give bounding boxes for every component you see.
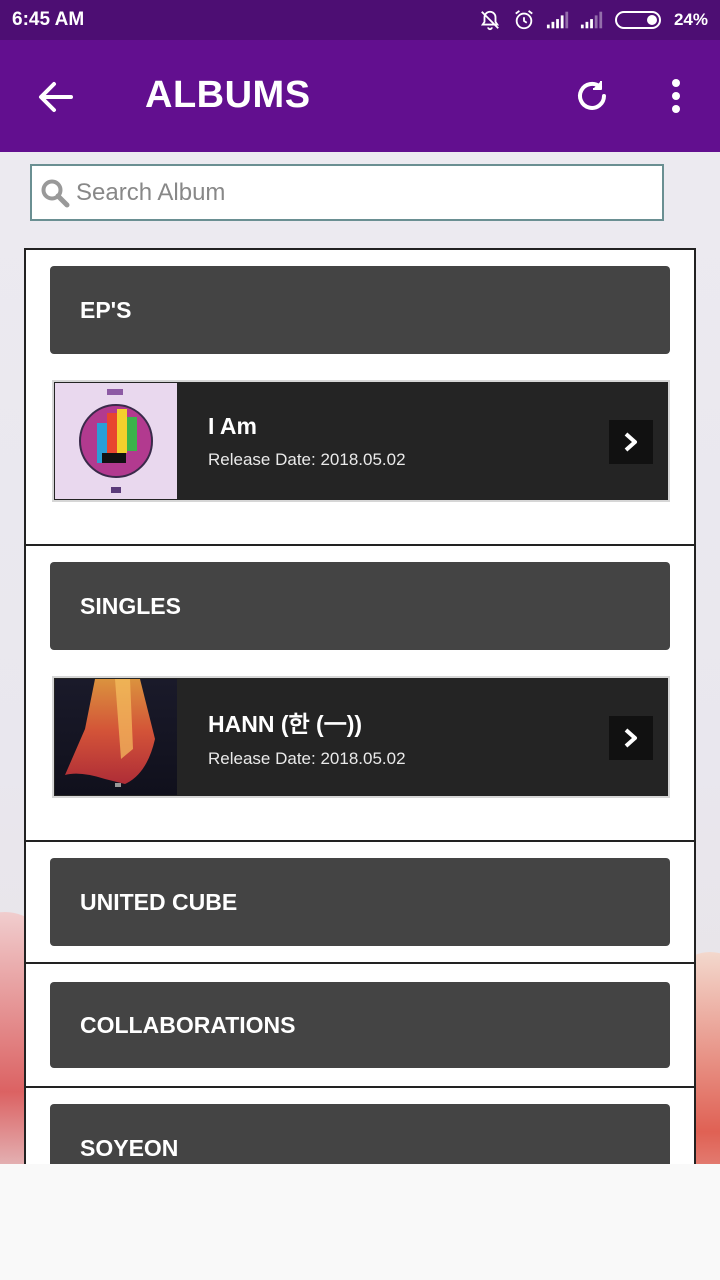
section-united-cube: UNITED CUBE: [24, 840, 696, 964]
album-cover-i-am: [55, 383, 177, 499]
battery-icon: [614, 9, 664, 31]
album-info: HANN (한 (一)) Release Date: 2018.05.02: [208, 705, 406, 769]
more-options-button[interactable]: [656, 74, 696, 118]
status-icons: 24%: [478, 9, 708, 31]
signal-icon: [546, 9, 570, 31]
status-bar: 6:45 AM 24%: [0, 0, 720, 40]
signal-icon-2: [580, 9, 604, 31]
notifications-off-icon: [478, 9, 502, 31]
open-album-button[interactable]: [609, 420, 653, 464]
album-card-i-am[interactable]: I Am Release Date: 2018.05.02: [52, 380, 670, 502]
arrow-left-icon: [39, 82, 73, 112]
open-album-button[interactable]: [609, 716, 653, 760]
section-soyeon: SOYEON: [24, 1086, 696, 1164]
album-info: I Am Release Date: 2018.05.02: [208, 413, 406, 470]
section-singles: SINGLES HANN (한 (一)) Release Date: 2018.…: [24, 544, 696, 842]
section-title: COLLABORATIONS: [80, 1011, 296, 1038]
section-header-eps[interactable]: EP'S: [50, 266, 670, 354]
album-list: EP'S I Am Release Date: 2018.05.02 SINGL…: [24, 248, 696, 1164]
section-title: SOYEON: [80, 1134, 179, 1161]
section-header-united-cube[interactable]: UNITED CUBE: [50, 858, 670, 946]
album-card-hann[interactable]: HANN (한 (一)) Release Date: 2018.05.02: [52, 676, 670, 798]
section-eps: EP'S I Am Release Date: 2018.05.02: [24, 248, 696, 546]
search-box[interactable]: [30, 164, 664, 221]
album-cover-hann: [55, 679, 177, 795]
section-title: SINGLES: [80, 592, 181, 619]
chevron-right-icon: [624, 728, 637, 748]
section-header-soyeon[interactable]: SOYEON: [50, 1104, 670, 1164]
status-time: 6:45 AM: [12, 9, 85, 30]
search-icon: [41, 179, 70, 207]
section-title: UNITED CUBE: [80, 888, 238, 915]
chevron-right-icon: [624, 432, 637, 452]
section-title: EP'S: [80, 296, 132, 323]
app-bar: ALBUMS: [0, 40, 720, 152]
refresh-icon: [578, 81, 606, 110]
search-input[interactable]: [76, 178, 636, 207]
refresh-button[interactable]: [570, 74, 614, 118]
section-header-singles[interactable]: SINGLES: [50, 562, 670, 650]
album-release-date: Release Date: 2018.05.02: [208, 449, 406, 469]
album-title: I Am: [208, 412, 257, 439]
section-header-collaborations[interactable]: COLLABORATIONS: [50, 982, 670, 1068]
page-title: ALBUMS: [145, 74, 311, 116]
more-vert-icon: [672, 79, 680, 113]
battery-percentage: 24%: [673, 10, 708, 29]
album-release-date: Release Date: 2018.05.02: [208, 749, 406, 768]
bottom-area: [0, 1164, 720, 1280]
alarm-icon: [512, 9, 536, 31]
back-button[interactable]: [34, 76, 76, 118]
album-title: HANN (한 (一)): [208, 711, 363, 737]
section-collaborations: COLLABORATIONS: [24, 962, 696, 1088]
